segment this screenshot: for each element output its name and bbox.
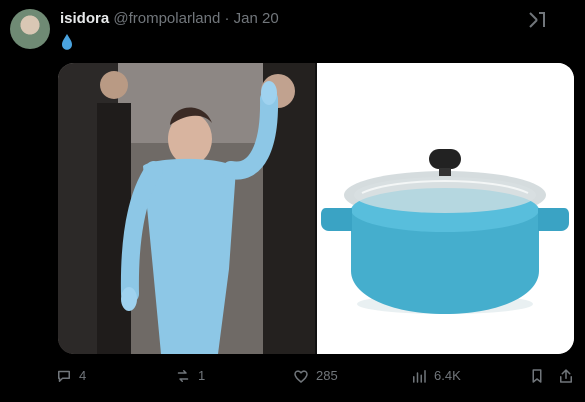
reply-button[interactable]: 4 xyxy=(55,364,86,388)
avatar[interactable] xyxy=(10,9,50,49)
bookmark-icon xyxy=(532,369,542,383)
user-handle[interactable]: @frompolarland xyxy=(113,10,220,27)
heart-icon xyxy=(294,370,308,383)
grok-icon[interactable] xyxy=(527,10,547,30)
teal-cooking-pot-photo xyxy=(317,63,574,354)
display-name[interactable]: isidora xyxy=(60,10,109,27)
bookmark-button[interactable] xyxy=(528,364,552,388)
post-date[interactable]: Jan 20 xyxy=(234,10,279,27)
like-count: 285 xyxy=(316,368,338,383)
view-count: 6.4K xyxy=(434,368,461,383)
photo-right[interactable] xyxy=(317,63,574,354)
media-grid xyxy=(58,63,574,354)
repost-icon xyxy=(177,370,189,382)
like-button[interactable]: 285 xyxy=(292,364,338,388)
bar-chart-icon xyxy=(413,370,426,383)
repost-button[interactable]: 1 xyxy=(174,364,205,388)
reply-icon xyxy=(58,370,70,382)
photo-left[interactable] xyxy=(58,63,315,354)
share-button[interactable] xyxy=(557,364,581,388)
woman-in-light-blue-outfit-photo xyxy=(58,63,315,354)
post: isidora @frompolarland · Jan 20 4 1 285 … xyxy=(0,0,585,402)
post-actions: 4 1 285 6.4K xyxy=(0,364,585,388)
share-icon xyxy=(560,369,572,383)
repost-count: 1 xyxy=(198,368,206,383)
reply-count: 4 xyxy=(79,368,87,383)
separator-dot: · xyxy=(224,10,230,27)
views-button[interactable]: 6.4K xyxy=(410,364,461,388)
post-header: isidora @frompolarland · Jan 20 xyxy=(60,10,279,30)
water-drop-icon xyxy=(62,34,72,50)
